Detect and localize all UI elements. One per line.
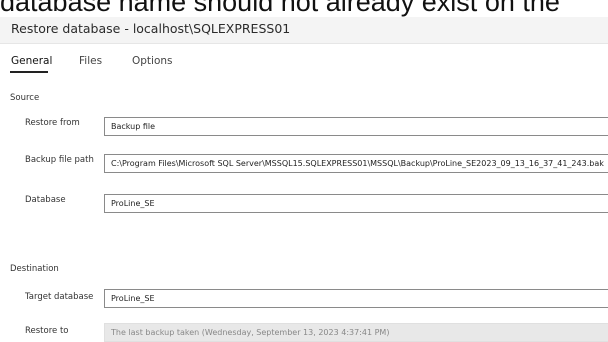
restore-to-field: The last backup taken (Wednesday, Septem… — [104, 323, 608, 342]
restore-from-select[interactable]: Backup file — [104, 117, 608, 136]
dialog-title: Restore database - localhost\SQLEXPRESS0… — [11, 21, 291, 36]
restore-from-label: Restore from — [25, 118, 80, 128]
tab-files[interactable]: Files — [79, 55, 102, 67]
database-label: Database — [25, 195, 66, 205]
backup-file-path-input[interactable]: C:\Program Files\Microsoft SQL Server\MS… — [104, 154, 608, 173]
target-database-label: Target database — [25, 292, 94, 302]
source-heading: Source — [10, 93, 40, 103]
dialog-titlebar: Restore database - localhost\SQLEXPRESS0… — [0, 17, 608, 44]
tab-general[interactable]: General — [11, 55, 52, 67]
database-select[interactable]: ProLine_SE — [104, 194, 608, 213]
target-database-input[interactable]: ProLine_SE — [104, 289, 608, 308]
tab-options[interactable]: Options — [132, 55, 173, 67]
destination-heading: Destination — [10, 264, 59, 274]
active-tab-indicator — [10, 71, 48, 73]
backup-file-path-label: Backup file path — [25, 155, 94, 165]
background-heading-text: database name should not already exist o… — [0, 0, 560, 17]
tab-bar: General Files Options — [0, 44, 608, 82]
restore-to-label: Restore to — [25, 326, 69, 336]
